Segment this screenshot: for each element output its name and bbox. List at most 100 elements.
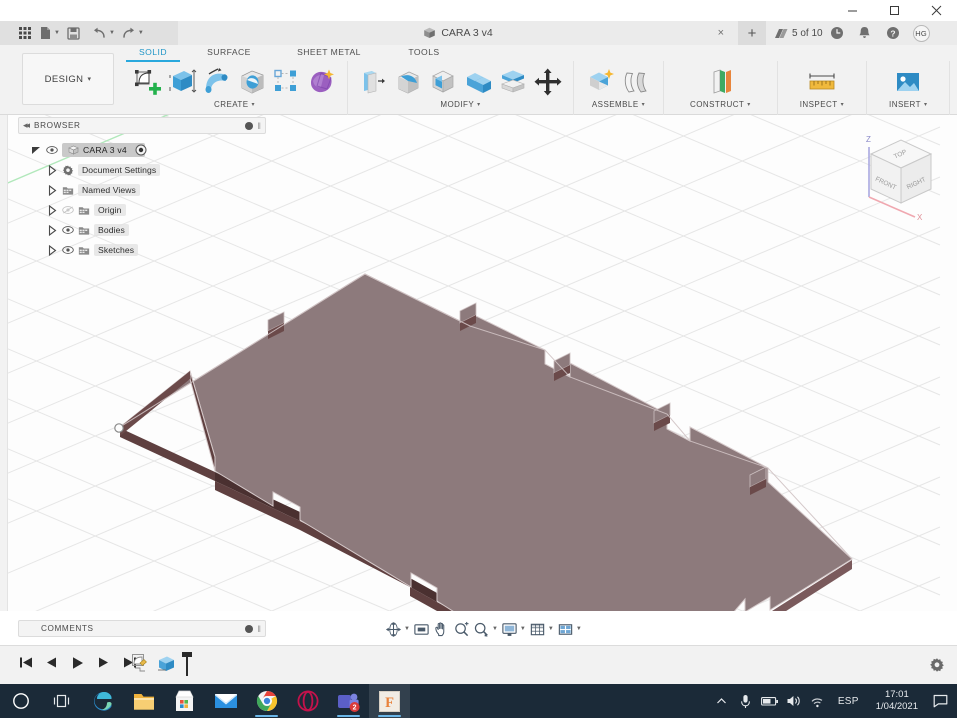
save-icon[interactable] xyxy=(63,21,85,45)
undo-icon[interactable]: ▼ xyxy=(89,21,118,45)
recent-clock-icon[interactable] xyxy=(823,21,851,45)
pattern-icon[interactable] xyxy=(272,67,302,97)
timeline-step-forward-button[interactable] xyxy=(96,655,111,670)
display-mode-caret-icon[interactable]: ▼ xyxy=(520,626,526,632)
offset-plane-icon[interactable] xyxy=(705,67,735,97)
ribbon-tab-solid[interactable]: SOLID xyxy=(122,45,184,62)
grid-snap-caret-icon[interactable]: ▼ xyxy=(548,626,554,632)
origin-expand-triangle-icon[interactable] xyxy=(46,203,58,217)
ribbon-group-modify-label[interactable]: MODIFY ▾ xyxy=(440,101,480,109)
ribbon-group-insert-label[interactable]: INSERT ▾ xyxy=(889,101,927,109)
volume-icon[interactable] xyxy=(782,684,806,718)
tree-item-document-settings[interactable]: Document Settings xyxy=(28,160,268,180)
wifi-icon[interactable] xyxy=(806,684,830,718)
timeline-play-button[interactable] xyxy=(70,655,85,670)
split-body-icon[interactable] xyxy=(498,67,528,97)
new-file-caret-icon[interactable]: ▼ xyxy=(54,30,60,36)
window-minimize-button[interactable] xyxy=(831,0,873,21)
measure-icon[interactable] xyxy=(807,67,837,97)
document-settings-expand-triangle-icon[interactable] xyxy=(46,163,58,177)
taskbar-clock[interactable]: 17:01 1/04/2021 xyxy=(867,684,927,718)
new-document-tab-button[interactable]: + xyxy=(738,21,766,45)
tree-item-bodies[interactable]: Bodies xyxy=(28,220,268,240)
timeline-marker[interactable] xyxy=(180,651,194,682)
task-view-button[interactable] xyxy=(41,684,82,718)
extrude-icon[interactable] xyxy=(167,67,197,97)
help-icon[interactable]: ? xyxy=(879,21,907,45)
bodies-visibility-eye-icon[interactable] xyxy=(62,223,74,237)
sketches-visibility-eye-icon[interactable] xyxy=(62,243,74,257)
orbit-tool[interactable]: ▼ xyxy=(385,621,410,638)
revolve-icon[interactable] xyxy=(202,67,232,97)
tree-item-root[interactable]: CARA 3 v4 xyxy=(28,140,268,160)
start-button[interactable] xyxy=(0,684,41,718)
window-close-button[interactable] xyxy=(915,0,957,21)
ribbon-group-inspect-label[interactable]: INSPECT ▾ xyxy=(800,101,844,109)
origin-visibility-eye-icon[interactable] xyxy=(62,203,74,217)
document-tab-close-icon[interactable]: × xyxy=(718,27,724,39)
comments-resize-grip[interactable]: ‖ xyxy=(257,624,261,634)
viewports-tool[interactable]: ▼ xyxy=(557,621,582,638)
microphone-icon[interactable] xyxy=(734,684,758,718)
comments-options-icon[interactable] xyxy=(245,624,254,633)
taskbar-chrome[interactable] xyxy=(246,684,287,718)
joint-icon[interactable] xyxy=(621,67,651,97)
fit-caret-icon[interactable]: ▼ xyxy=(492,626,498,632)
ribbon-tab-tools[interactable]: TOOLS xyxy=(384,45,464,61)
bodies-expand-triangle-icon[interactable] xyxy=(46,223,58,237)
browser-collapse-icon[interactable]: ◂◂ xyxy=(23,120,30,131)
workspace-selector[interactable]: DESIGN ▾ xyxy=(22,53,114,105)
move-copy-icon[interactable] xyxy=(533,67,563,97)
window-maximize-button[interactable] xyxy=(873,0,915,21)
browser-options-icon[interactable] xyxy=(245,121,254,130)
viewports-caret-icon[interactable]: ▼ xyxy=(576,626,582,632)
root-expand-triangle-icon[interactable] xyxy=(30,143,42,157)
taskbar-edge[interactable] xyxy=(82,684,123,718)
document-tab[interactable]: CARA 3 v4 × xyxy=(178,21,738,45)
grid-menu-icon[interactable] xyxy=(14,21,36,45)
taskbar-opera[interactable] xyxy=(287,684,328,718)
taskbar-microsoft-store[interactable] xyxy=(164,684,205,718)
undo-caret-icon[interactable]: ▼ xyxy=(109,30,115,36)
view-cube[interactable]: Z X TOP FRONT RIGHT xyxy=(851,127,951,223)
display-mode-tool[interactable]: ▼ xyxy=(501,621,526,638)
timeline-go-to-beginning-button[interactable] xyxy=(18,655,33,670)
ribbon-tab-sheet-metal[interactable]: SHEET METAL xyxy=(274,45,384,61)
tree-item-sketches[interactable]: Sketches xyxy=(28,240,268,260)
action-center-icon[interactable] xyxy=(927,684,953,718)
ribbon-tab-surface[interactable]: SURFACE xyxy=(184,45,274,61)
insert-image-icon[interactable] xyxy=(893,67,923,97)
fit-tool[interactable]: ▼ xyxy=(473,621,498,638)
browser-resize-grip[interactable]: ‖ xyxy=(257,121,261,131)
tree-item-origin[interactable]: Origin xyxy=(28,200,268,220)
orbit-caret-icon[interactable]: ▼ xyxy=(404,626,410,632)
pan-tool[interactable] xyxy=(433,621,450,638)
fillet-icon[interactable] xyxy=(393,67,423,97)
press-pull-icon[interactable] xyxy=(358,67,388,97)
tray-expand-chevron-icon[interactable] xyxy=(710,684,734,718)
taskbar-file-explorer[interactable] xyxy=(123,684,164,718)
ribbon-group-create-label[interactable]: CREATE ▾ xyxy=(214,101,255,109)
named-views-expand-triangle-icon[interactable] xyxy=(46,183,58,197)
comments-panel-header[interactable]: COMMENTS ‖ xyxy=(18,620,266,637)
redo-caret-icon[interactable]: ▼ xyxy=(138,30,144,36)
ribbon-group-construct-label[interactable]: CONSTRUCT ▾ xyxy=(690,101,751,109)
look-at-tool[interactable] xyxy=(413,621,430,638)
battery-icon[interactable] xyxy=(758,684,782,718)
new-file-icon[interactable]: ▼ xyxy=(36,21,63,45)
timeline-extrude-feature[interactable] xyxy=(155,652,177,681)
taskbar-fusion360[interactable]: F xyxy=(369,684,410,718)
browser-panel-header[interactable]: ◂◂ BROWSER ‖ xyxy=(18,117,266,134)
sketches-expand-triangle-icon[interactable] xyxy=(46,243,58,257)
combine-icon[interactable] xyxy=(463,67,493,97)
bell-icon[interactable] xyxy=(851,21,879,45)
timeline-sketch-feature[interactable] xyxy=(130,652,152,681)
tree-root-chip[interactable]: CARA 3 v4 xyxy=(62,143,145,157)
create-sketch-icon[interactable] xyxy=(132,67,162,97)
sweep-icon[interactable] xyxy=(237,67,267,97)
shell-icon[interactable] xyxy=(428,67,458,97)
taskbar-teams[interactable]: 2 xyxy=(328,684,369,718)
user-avatar[interactable]: HG xyxy=(912,24,930,42)
root-activate-radio-icon[interactable] xyxy=(135,143,147,157)
grid-snap-tool[interactable]: ▼ xyxy=(529,621,554,638)
